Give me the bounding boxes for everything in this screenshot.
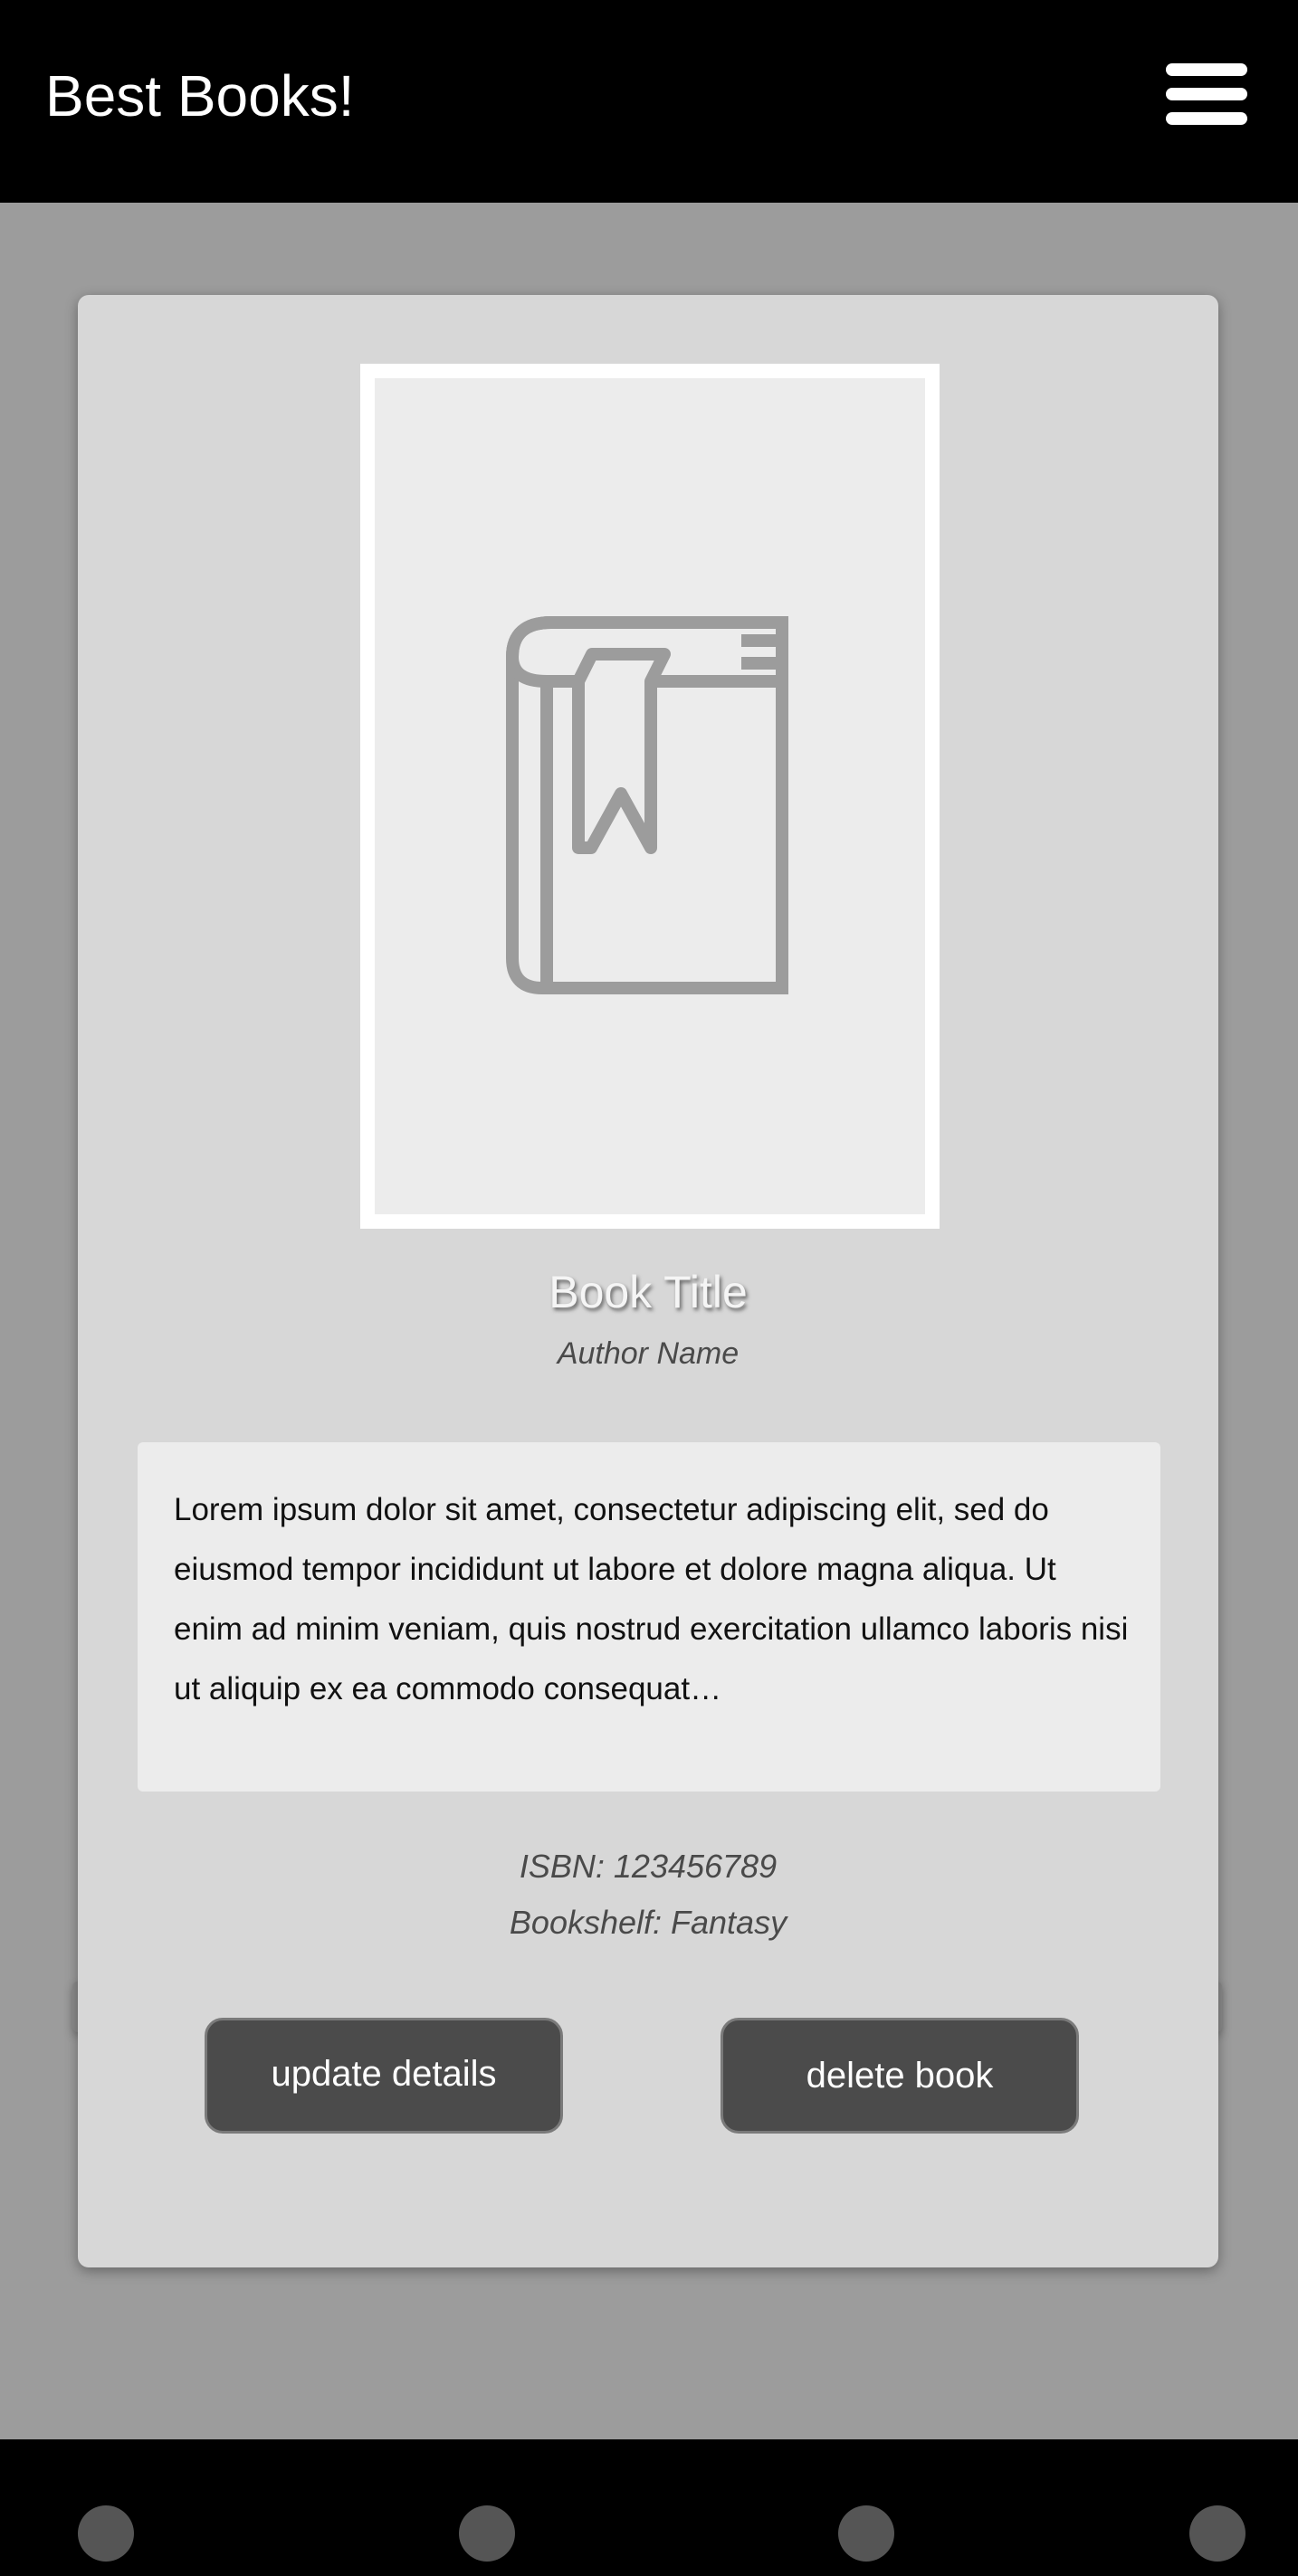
nav-dot-3[interactable]	[838, 2505, 894, 2562]
nav-dot-2[interactable]	[459, 2505, 515, 2562]
bottom-navigation-bar	[0, 2439, 1298, 2576]
nav-dot-1[interactable]	[78, 2505, 134, 2562]
book-cover-placeholder	[375, 378, 925, 1214]
hamburger-menu-icon[interactable]	[1166, 63, 1247, 125]
description-box: Lorem ipsum dolor sit amet, consectetur …	[138, 1442, 1160, 1792]
book-cover	[360, 364, 940, 1229]
app-title: Best Books!	[45, 63, 355, 128]
book-detail-card: Book Title Author Name Lorem ipsum dolor…	[78, 295, 1218, 2267]
book-bookmark-icon	[506, 616, 788, 994]
top-app-bar: Best Books!	[0, 0, 1298, 203]
nav-dot-4[interactable]	[1189, 2505, 1246, 2562]
author-name: Author Name	[557, 1336, 740, 1371]
isbn-label: ISBN: 123456789	[519, 1848, 778, 1885]
delete-book-button[interactable]: delete book	[721, 2018, 1079, 2134]
update-details-button[interactable]: update details	[205, 2018, 563, 2134]
bookshelf-label: Bookshelf: Fantasy	[509, 1904, 787, 1941]
book-title: Book Title	[549, 1267, 748, 1317]
book-description: Lorem ipsum dolor sit amet, consectetur …	[174, 1492, 1129, 1706]
